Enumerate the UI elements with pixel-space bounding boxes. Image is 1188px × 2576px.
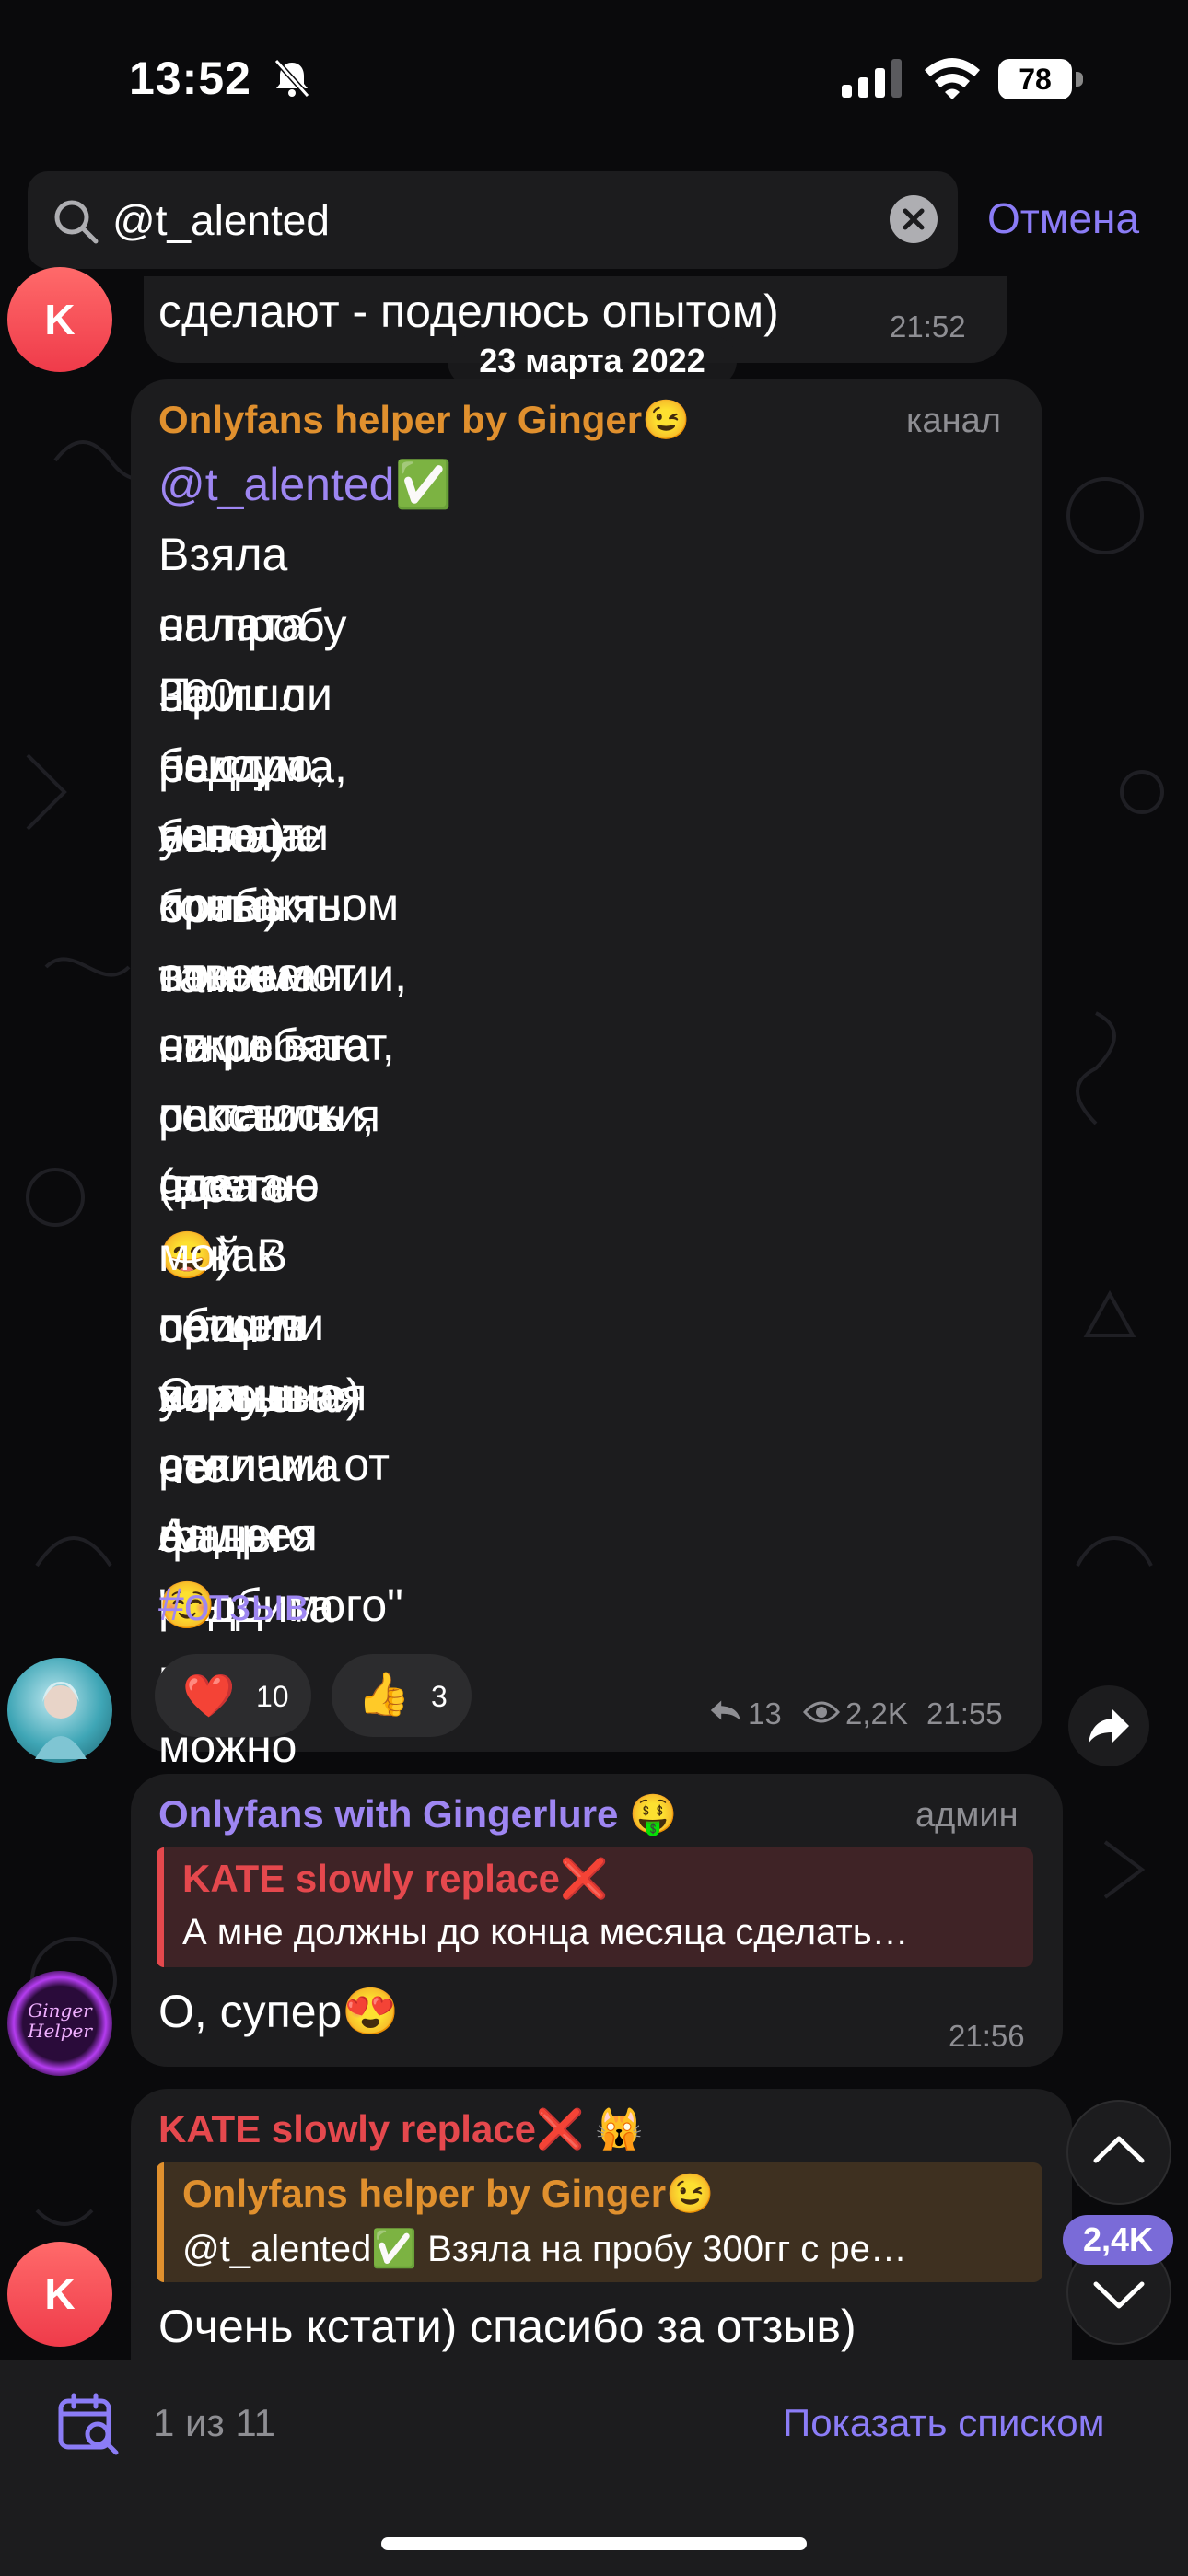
battery-tip xyxy=(1076,72,1083,87)
sender-name[interactable]: Onlyfans helper by Ginger😉 xyxy=(158,398,690,443)
battery-level: 78 xyxy=(998,59,1072,99)
clear-search-button[interactable] xyxy=(890,195,938,243)
search-bar[interactable] xyxy=(28,171,958,269)
reaction-thumbs-up[interactable]: 👍 3 xyxy=(332,1654,472,1737)
quoted-message[interactable]: Onlyfans helper by Ginger😉 @t_alented✅ В… xyxy=(157,2162,1042,2282)
battery-indicator: 78 xyxy=(998,59,1085,99)
thumbs-up-icon: 👍 xyxy=(357,1670,411,1718)
home-indicator xyxy=(381,2537,807,2550)
bell-muted-icon xyxy=(274,58,310,99)
close-icon xyxy=(903,208,925,230)
scroll-up-button[interactable] xyxy=(1066,2100,1171,2205)
replies-count: 13 xyxy=(748,1696,782,1731)
cancel-button[interactable]: Отмена xyxy=(987,193,1139,243)
sender-role: админ xyxy=(915,1796,1019,1835)
wifi-icon xyxy=(925,58,980,99)
message-bubble-post[interactable]: Onlyfans helper by Ginger😉 канал @t_alen… xyxy=(131,379,1042,1913)
search-icon xyxy=(54,200,99,244)
reaction-count: 10 xyxy=(256,1680,289,1713)
avatar[interactable] xyxy=(7,1658,112,1763)
message-text: О, супер😍 xyxy=(158,1986,400,2037)
views-count: 2,2K xyxy=(845,1696,908,1731)
share-icon xyxy=(1089,1709,1129,1743)
svg-text:Ginger: Ginger xyxy=(28,1999,93,2022)
results-counter: 1 из 11 xyxy=(153,2401,276,2444)
reply-arrow-icon xyxy=(710,1700,741,1721)
reaction-heart[interactable]: ❤️ 10 xyxy=(155,1654,311,1737)
quote-text: @t_alented✅ Взяла на пробу 300гг с ре… xyxy=(182,2229,907,2269)
status-time: 13:52 xyxy=(129,52,251,104)
quote-bar xyxy=(157,2162,164,2282)
avatar[interactable]: K xyxy=(7,2242,112,2347)
calendar-search-icon[interactable] xyxy=(57,2392,122,2456)
quote-text: А мне должны до конца месяца сделать… xyxy=(182,1912,909,1952)
avatar-image xyxy=(35,1682,87,1759)
search-results-bar: 1 из 11 Показать списком xyxy=(0,2360,1188,2576)
search-input[interactable] xyxy=(112,190,868,251)
avatar-image: Ginger Helper xyxy=(27,1999,93,2042)
heart-icon: ❤️ xyxy=(182,1672,236,1719)
quoted-message[interactable]: KATE slowly replace❌ А мне должны до кон… xyxy=(157,1847,1033,1967)
reaction-count: 3 xyxy=(431,1680,448,1713)
mention-link[interactable]: @t_alented✅ xyxy=(158,449,452,520)
message-text: Очень кстати) спасибо за отзыв) xyxy=(158,2301,856,2352)
message-bubble-reply[interactable]: KATE slowly replace❌ 🙀 Onlyfans helper b… xyxy=(131,2089,1072,2365)
avatar[interactable]: K xyxy=(7,267,112,372)
avatar[interactable]: Ginger Helper xyxy=(7,1971,112,2076)
cellular-signal-icon xyxy=(842,59,902,98)
forward-button[interactable] xyxy=(1068,1685,1149,1766)
message-time: 21:56 xyxy=(949,2019,1025,2053)
sender-name[interactable]: Onlyfans with Gingerlure 🤑 xyxy=(158,1792,677,1837)
message-bubble-reply[interactable]: Onlyfans with Gingerlure 🤑 админ KATE sl… xyxy=(131,1774,1063,2067)
quote-author: KATE slowly replace❌ xyxy=(182,1857,609,1900)
status-bar: 13:52 78 xyxy=(0,0,1188,166)
quote-bar xyxy=(157,1847,164,1967)
quote-author: Onlyfans helper by Ginger😉 xyxy=(182,2172,715,2215)
message-time: 21:55 xyxy=(926,1696,1003,1731)
hashtag-link[interactable]: #отзыв xyxy=(158,1569,309,1640)
unread-count-badge: 2,4K xyxy=(1063,2215,1173,2265)
chevron-up-icon xyxy=(1093,2136,1145,2163)
message-time: 21:52 xyxy=(890,309,966,344)
eye-icon xyxy=(803,1701,840,1723)
sender-role: канал xyxy=(906,402,1001,440)
svg-text:Helper: Helper xyxy=(27,2020,93,2042)
sender-name[interactable]: KATE slowly replace❌ 🙀 xyxy=(158,2107,643,2152)
show-as-list-button[interactable]: Показать списком xyxy=(783,2401,1105,2445)
